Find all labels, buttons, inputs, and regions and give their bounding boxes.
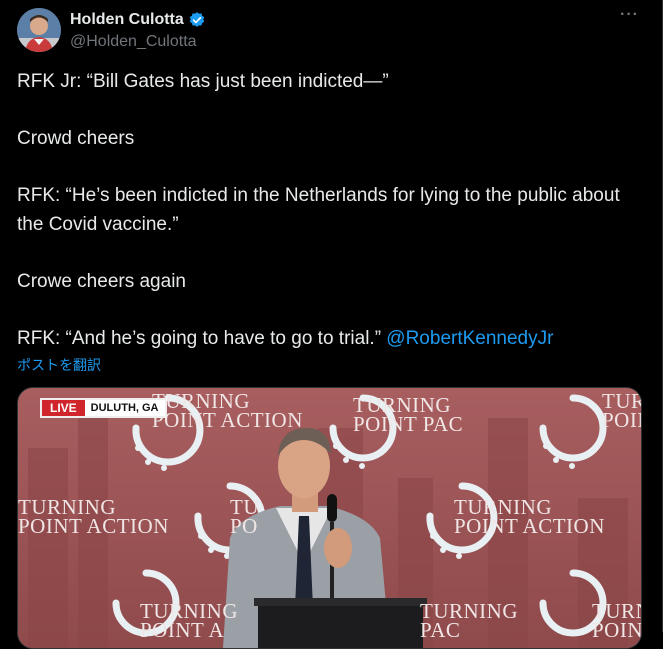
verified-badge-icon — [189, 12, 204, 27]
backdrop-logo-line: POINT ACTION — [454, 514, 605, 538]
backdrop-logo: TURNING POINT ACTION — [18, 497, 169, 538]
tweet-line: RFK: “He’s been indicted in the Netherla… — [17, 185, 620, 235]
tweet-line: RFK Jr: “Bill Gates has just been indict… — [17, 71, 389, 92]
backdrop-logo-line: POINT ACTION — [152, 408, 303, 432]
mention-link[interactable]: @RobertKennedyJr — [386, 328, 553, 349]
backdrop-logo: TURN POINT — [592, 601, 642, 642]
display-name[interactable]: Holden Culotta — [70, 10, 184, 30]
video-player[interactable]: TURNING POINT ACTION TURNING POINT PAC T… — [17, 387, 642, 649]
backdrop-logo: TURNING POINT ACTION — [454, 497, 605, 538]
tweet-line: RFK: “And he’s going to have to go to tr… — [17, 324, 647, 353]
tweet-line: Crowd cheers — [17, 128, 135, 149]
location-label: DULUTH, GA — [84, 400, 165, 416]
backdrop-logo-line: POINT ACTION — [18, 514, 169, 538]
more-options-icon[interactable]: ··· — [620, 6, 639, 24]
backdrop-logo: TU PO — [230, 497, 259, 538]
tweet-line: Crowe cheers again — [17, 271, 186, 292]
backdrop-logo-line: POINT — [592, 618, 642, 642]
backdrop-logo: TURN POINT — [602, 391, 641, 432]
backdrop-logo-line: POINT — [602, 408, 641, 432]
live-badge: LIVE DULUTH, GA — [40, 398, 167, 418]
tweet-line-text: RFK: “And he’s going to have to go to tr… — [17, 328, 382, 349]
backdrop-logo-line: POINT PAC — [353, 412, 464, 436]
backdrop-logo-line: PO — [230, 514, 258, 538]
backdrop-logo: TURNING POINT PAC — [353, 395, 464, 436]
handle[interactable]: @Holden_Culotta — [70, 31, 206, 53]
translate-post-link[interactable]: ポストを翻訳 — [17, 355, 101, 375]
live-label: LIVE — [42, 400, 85, 416]
backdrop-logo: TURNING POINT ACTION — [152, 391, 303, 432]
tweet-text: RFK Jr: “Bill Gates has just been indict… — [17, 67, 647, 353]
backdrop-logo: TURNING PAC — [420, 601, 518, 642]
avatar[interactable] — [17, 8, 61, 52]
tweet-header: Holden Culotta @Holden_Culotta — [17, 8, 206, 53]
backdrop-logo-line: PAC — [420, 618, 461, 642]
backdrop-logo: TURNING POINT A — [140, 601, 238, 642]
backdrop-logo-line: POINT A — [140, 618, 225, 642]
